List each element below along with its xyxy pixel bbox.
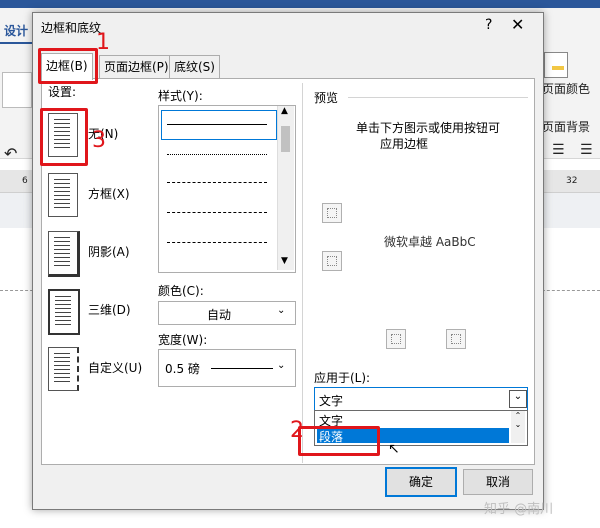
setting-custom-label[interactable]: 自定义(U) xyxy=(88,359,142,376)
scroll-thumb[interactable] xyxy=(281,126,290,152)
style-thumbnail[interactable] xyxy=(2,72,32,108)
options-scrollbar[interactable]: ⌃ ⌄ xyxy=(511,411,525,443)
preview-header-line xyxy=(348,97,528,98)
line-style-list[interactable]: ▲ ▼ xyxy=(158,105,296,273)
chevron-down-icon[interactable]: ⌄ xyxy=(509,390,527,408)
annotation-step3: 3 xyxy=(92,128,106,153)
page-color-label[interactable]: 页面颜色 xyxy=(542,80,590,97)
apply-option-text[interactable]: 文字 xyxy=(317,412,509,428)
word-titlebar xyxy=(0,0,600,8)
preview-hint-line1: 单击下方图示或使用按钮可 xyxy=(356,121,501,135)
preview-hint-line2: 应用边框 xyxy=(380,137,429,151)
preview-sample-text: 微软卓越 AaBbC xyxy=(384,235,476,249)
ribbon-tab-underline xyxy=(0,42,32,44)
help-icon[interactable]: ? xyxy=(485,17,492,33)
color-value: 自动 xyxy=(207,308,232,322)
color-label: 颜色(C): xyxy=(158,284,204,298)
line-style-dashed-small[interactable] xyxy=(167,182,267,183)
apply-to-value: 文字 xyxy=(319,394,344,408)
page-color-swatch xyxy=(552,66,564,70)
tab-page-borders[interactable]: 页面边框(P) xyxy=(99,55,174,78)
borders-shading-dialog: 边框和底纹 ? ✕ 边框(B) 页面边框(P) 底纹(S) 设置: 无(N) 方… xyxy=(32,12,544,510)
preview-left-border-button[interactable] xyxy=(386,329,406,349)
preview-bottom-border-button[interactable] xyxy=(322,251,342,271)
settings-label: 设置: xyxy=(48,85,77,99)
setting-custom-icon[interactable] xyxy=(48,347,79,391)
annotation-step1: 1 xyxy=(96,30,110,55)
mouse-cursor-icon: ↖ xyxy=(388,441,400,457)
preview-right-border-button[interactable] xyxy=(446,329,466,349)
line-style-selected[interactable] xyxy=(161,110,277,140)
preview-top-border-button[interactable] xyxy=(322,203,342,223)
width-line-sample xyxy=(211,368,273,369)
scroll-up-icon[interactable]: ▲ xyxy=(281,106,288,116)
ruler-mark-left: 6 xyxy=(22,176,28,186)
preview-label: 预览 xyxy=(314,91,339,105)
style-list-scrollbar[interactable]: ▲ ▼ xyxy=(277,106,294,270)
scroll-down-icon[interactable]: ▼ xyxy=(281,256,288,266)
cancel-button[interactable]: 取消 xyxy=(463,469,533,495)
watermark: 知乎 @南川 xyxy=(484,502,554,517)
setting-box-icon[interactable] xyxy=(48,173,78,217)
color-dropdown[interactable]: 自动 ⌄ xyxy=(158,301,296,325)
ruler-mark-right: 32 xyxy=(566,176,578,186)
undo-icon[interactable]: ↶ xyxy=(4,144,17,163)
tab-shading[interactable]: 底纹(S) xyxy=(169,55,220,78)
width-dropdown[interactable]: 0.5 磅 ⌄ xyxy=(158,349,296,387)
tab-borders[interactable]: 边框(B) xyxy=(41,53,93,80)
chevron-down-icon[interactable]: ⌄ xyxy=(277,305,285,316)
borders-tab-panel: 设置: 无(N) 方框(X) 阴影(A) 三维(D) 自定义(U) 样式(Y):… xyxy=(41,78,535,465)
setting-shadow-label[interactable]: 阴影(A) xyxy=(88,243,130,260)
column-divider xyxy=(302,83,303,463)
width-label: 宽度(W): xyxy=(158,333,208,347)
ok-button[interactable]: 确定 xyxy=(385,467,457,497)
align-left-icon[interactable]: ☰ xyxy=(552,142,565,158)
line-style-dotted[interactable] xyxy=(167,154,267,155)
page-color-icon[interactable] xyxy=(544,52,568,78)
style-label: 样式(Y): xyxy=(158,89,203,103)
line-style-solid[interactable] xyxy=(167,124,267,125)
line-style-dash-dot[interactable] xyxy=(167,242,267,243)
setting-3d-label[interactable]: 三维(D) xyxy=(88,301,131,318)
dialog-title: 边框和底纹 xyxy=(41,21,102,35)
page-background-group-label: 页面背景 xyxy=(542,120,591,134)
ribbon-tab-design[interactable]: 设计 xyxy=(4,22,28,39)
setting-shadow-icon[interactable] xyxy=(48,231,80,277)
annotation-step2: 2 xyxy=(290,418,304,443)
width-value: 0.5 磅 xyxy=(165,362,200,376)
setting-3d-icon[interactable] xyxy=(48,289,80,335)
line-style-dashed[interactable] xyxy=(167,212,267,213)
apply-to-label: 应用于(L): xyxy=(314,371,371,385)
apply-to-dropdown[interactable]: 文字 ⌄ xyxy=(314,387,528,411)
align-center-icon[interactable]: ☰ xyxy=(580,142,593,158)
chevron-down-icon[interactable]: ⌄ xyxy=(277,360,285,371)
close-icon[interactable]: ✕ xyxy=(511,15,524,34)
annotation-box-paragraph xyxy=(298,426,380,456)
setting-box-label[interactable]: 方框(X) xyxy=(88,185,130,202)
annotation-box-none xyxy=(40,108,88,166)
